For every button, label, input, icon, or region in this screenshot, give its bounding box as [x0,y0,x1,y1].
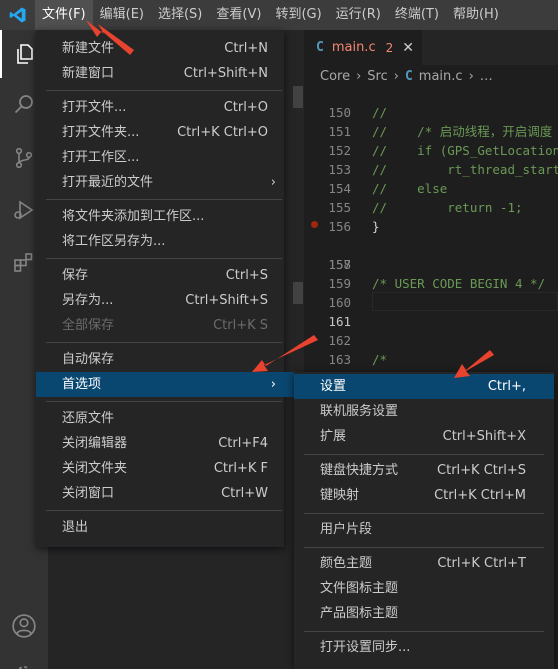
menu-separator [46,90,282,91]
menu-item-user-snippets[interactable]: 用户片段 [294,517,554,542]
menu-item-save-as[interactable]: 另存为... Ctrl+Shift+S [36,288,284,313]
menu-item-settings-sync[interactable]: 打开设置同步... [294,635,554,660]
breadcrumb-symbol[interactable]: … [480,69,493,84]
chevron-right-icon: › [393,68,399,84]
menu-item-new-file[interactable]: 新建文件 Ctrl+N [36,36,284,61]
menu-help[interactable]: 帮助(H) [446,0,506,30]
menu-item-extensions[interactable]: 扩展 Ctrl+Shift+X [294,424,554,449]
chevron-right-icon: › [270,175,276,190]
chevron-right-icon: › [356,68,362,84]
menu-item-online-services-settings[interactable]: 联机服务设置 [294,399,554,424]
menu-separator [46,401,282,402]
code-line: 161 [328,314,351,329]
breadcrumb-src[interactable]: Src [367,69,387,84]
menu-separator [46,510,282,511]
breakpoint-icon[interactable] [311,221,318,228]
code-line: 159/* USER CODE BEGIN 4 */ [328,276,546,291]
menu-item-open-workspace[interactable]: 打开工作区... [36,145,284,170]
close-icon[interactable]: ✕ [402,40,414,56]
menu-item-close-window[interactable]: 关闭窗口 Ctrl+W [36,481,284,506]
account-icon[interactable] [0,602,48,650]
menu-item-open-recent[interactable]: 打开最近的文件 › [36,170,284,195]
code-line: 153// rt_thread_start [328,162,558,177]
menu-item-new-window[interactable]: 新建窗口 Ctrl+Shift+N [36,61,284,86]
menu-item-product-icon-theme[interactable]: 产品图标主题 [294,601,554,626]
problems-count-badge: 2 [385,40,394,55]
code-line: 152// if (GPS_GetLocation [328,143,558,158]
menu-edit[interactable]: 编辑(E) [93,0,151,30]
code-line: 160 [328,295,351,310]
code-line: 158 [328,257,351,272]
tab-main-c[interactable]: C main.c 2 ✕ [304,30,422,65]
menu-item-revert-file[interactable]: 还原文件 [36,406,284,431]
menu-separator [304,454,544,455]
menu-item-save-all: 全部保存 Ctrl+K S [62,318,268,333]
tab-title: main.c [331,40,376,55]
menu-item-keyboard-shortcuts[interactable]: 键盘快捷方式 Ctrl+K Ctrl+S [294,458,554,483]
code-line: 154// else [328,181,448,196]
menu-separator [304,631,544,632]
code-line: 163/* [328,352,388,367]
breadcrumb-file[interactable]: main.c [419,69,463,84]
sidebar-scrollbar[interactable] [293,86,303,108]
menu-separator [46,199,282,200]
menu-separator [304,513,544,514]
code-line: 155// return -1; [328,200,523,215]
code-line: 150// [328,105,388,120]
menu-item-save-workspace-as[interactable]: 将工作区另存为... [36,229,284,254]
chevron-right-icon: › [468,68,474,84]
code-line: 156} [328,219,380,234]
menu-item-save[interactable]: 保存 Ctrl+S [36,263,284,288]
menu-item-add-folder-to-workspace[interactable]: 将文件夹添加到工作区... [36,204,284,229]
menu-item-open-file[interactable]: 打开文件... Ctrl+O [36,95,284,120]
menu-run[interactable]: 运行(R) [329,0,388,30]
preferences-submenu: 设置 Ctrl+, 联机服务设置 扩展 Ctrl+Shift+X 键盘快捷方式 Ctr… [294,372,554,669]
breadcrumb: Core › Src › C main.c › … [304,65,558,87]
code-line: 162 [328,333,351,348]
vscode-logo-icon [0,0,35,30]
sidebar-scrollbar-thumb[interactable] [293,282,303,304]
menu-item-color-theme[interactable]: 颜色主题 Ctrl+K Ctrl+T [294,551,554,576]
code-line: 157 [304,217,558,272]
menu-file[interactable]: 文件(F) [35,0,93,30]
breadcrumb-core[interactable]: Core [320,69,350,84]
c-file-icon: C [316,40,324,55]
menu-item-file-icon-theme[interactable]: 文件图标主题 [294,576,554,601]
menu-separator [46,342,282,343]
menu-item-exit[interactable]: 退出 [36,515,284,540]
menu-bar: 文件(F) 编辑(E) 选择(S) 查看(V) 转到(G) 运行(R) 终端(T… [0,0,558,30]
menu-separator [46,258,282,259]
menu-item-preferences[interactable]: 首选项 › [36,372,294,397]
menu-go[interactable]: 转到(G) [268,0,328,30]
menu-separator [304,547,544,548]
settings-gear-icon[interactable] [0,650,48,669]
menu-view[interactable]: 查看(V) [209,0,268,30]
code-line: 164*********************** [304,350,558,386]
menu-terminal[interactable]: 终端(T) [388,0,446,30]
menu-selection[interactable]: 选择(S) [151,0,209,30]
c-file-icon: C [404,68,413,84]
menu-item-settings[interactable]: 设置 Ctrl+, [294,374,554,399]
menu-item-open-folder[interactable]: 打开文件夹... Ctrl+K Ctrl+O [36,120,284,145]
file-menu: 新建文件 Ctrl+N 新建窗口 Ctrl+Shift+N 打开文件... Ctrl+… [36,30,294,547]
chevron-right-icon: › [270,377,276,392]
menu-item-close-editor[interactable]: 关闭编辑器 Ctrl+F4 [36,431,284,456]
code-line: 151// /* 启动线程，开启调度 [328,124,553,139]
menu-item-close-folder[interactable]: 关闭文件夹 Ctrl+K F [36,456,284,481]
menu-item-keymaps[interactable]: 键映射 Ctrl+K Ctrl+M [294,483,554,508]
menu-item-auto-save[interactable]: 自动保存 [36,347,284,372]
